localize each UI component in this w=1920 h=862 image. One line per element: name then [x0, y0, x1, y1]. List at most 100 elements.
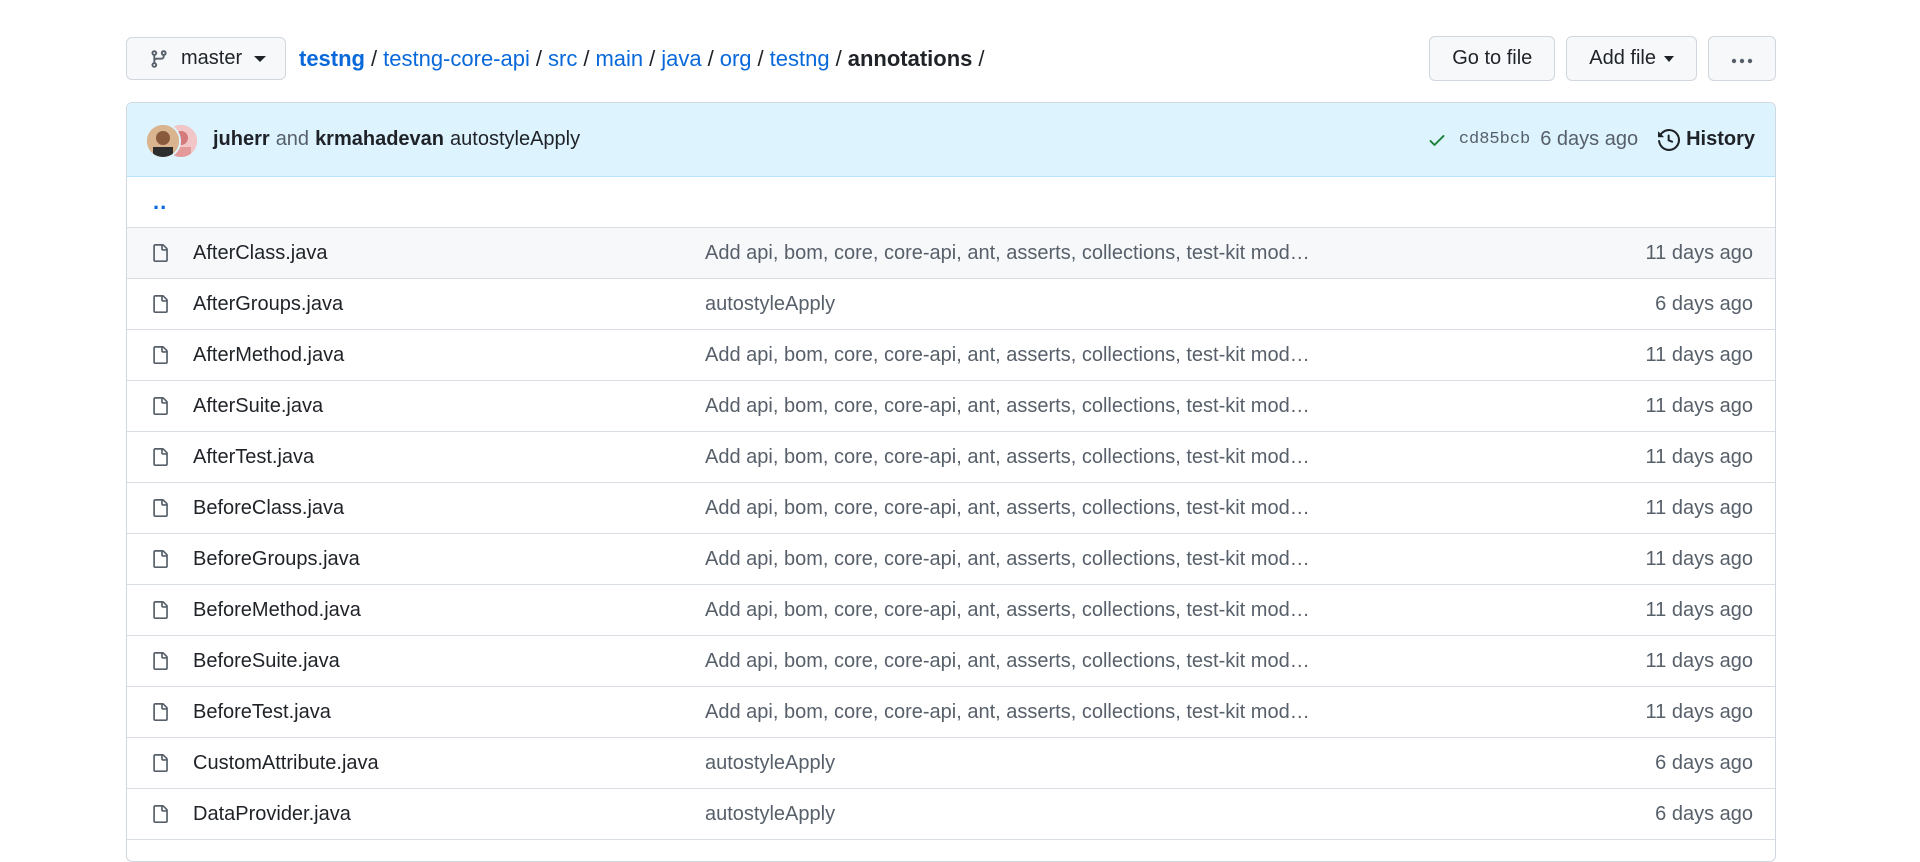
- file-commit-date: 11 days ago: [1645, 701, 1754, 723]
- breadcrumb-separator: /: [535, 45, 542, 71]
- file-commit-message-link[interactable]: autostyleApply: [705, 279, 835, 329]
- table-row[interactable]: AfterTest.java Add api, bom, core, core-a…: [127, 432, 1775, 483]
- go-to-file-button[interactable]: Go to file: [1429, 36, 1556, 81]
- table-row[interactable]: BeforeMethod.java Add api, bom, core, cor…: [127, 585, 1775, 636]
- breadcrumb-separator: /: [649, 45, 656, 71]
- file-commit-message-link[interactable]: Add api, bom, core, core-api, ant, asser…: [705, 228, 1310, 278]
- file-commit-date: 11 days ago: [1645, 446, 1754, 468]
- file-commit-message-link[interactable]: Add api, bom, core, core-api, ant, asser…: [705, 483, 1310, 533]
- file-name-link[interactable]: BeforeClass.java: [193, 483, 344, 533]
- commit-author-link[interactable]: juherr: [213, 128, 270, 151]
- table-row[interactable]: BeforeTest.java Add api, bom, core, core-…: [127, 687, 1775, 738]
- commit-coauthor-link[interactable]: krmahadevan: [315, 128, 444, 151]
- breadcrumb-link-main[interactable]: main: [595, 46, 643, 72]
- branch-name: master: [181, 47, 243, 69]
- breadcrumb-link-testng[interactable]: testng: [770, 46, 830, 72]
- commit-conjunction: and: [275, 128, 310, 150]
- latest-commit-bar: juherr and krmahadevan autostyleApply cd…: [127, 103, 1775, 177]
- breadcrumb-root-link[interactable]: testng: [299, 46, 365, 72]
- commit-message-link[interactable]: autostyleApply: [450, 128, 580, 151]
- table-row[interactable]: DataProvider.java autostyleApply 6 days ag…: [127, 789, 1775, 840]
- parent-directory-link[interactable]: ..: [153, 189, 167, 215]
- commit-time: 6 days ago: [1540, 128, 1639, 150]
- file-commit-date: 6 days ago: [1655, 293, 1753, 315]
- table-row[interactable]: AfterGroups.java autostyleApply 6 days ago: [127, 279, 1775, 330]
- file-commit-message-link[interactable]: Add api, bom, core, core-api, ant, asser…: [705, 534, 1310, 584]
- file-name-link[interactable]: CustomAttribute.java: [193, 738, 379, 788]
- file-name-link[interactable]: BeforeSuite.java: [193, 636, 340, 686]
- breadcrumb-separator: /: [707, 45, 714, 71]
- breadcrumb-separator: /: [371, 45, 378, 71]
- file-actions: Go to file Add file: [1429, 36, 1776, 81]
- file-icon: [151, 548, 169, 570]
- file-icon: [151, 752, 169, 774]
- file-name-link[interactable]: AfterSuite.java: [193, 381, 323, 431]
- file-commit-message-link[interactable]: autostyleApply: [705, 789, 835, 839]
- file-name-link[interactable]: BeforeMethod.java: [193, 585, 361, 635]
- file-commit-message-link[interactable]: autostyleApply: [705, 738, 835, 788]
- git-branch-icon: [149, 49, 169, 69]
- file-icon: [151, 650, 169, 672]
- commit-summary: juherr and krmahadevan autostyleApply: [213, 103, 580, 176]
- file-commit-date: 11 days ago: [1645, 599, 1754, 621]
- file-name-link[interactable]: AfterGroups.java: [193, 279, 343, 329]
- table-row[interactable]: BeforeGroups.java Add api, bom, core, cor…: [127, 534, 1775, 585]
- kebab-horizontal-icon: [1731, 47, 1753, 70]
- table-row[interactable]: CustomAttribute.java autostyleApply 6 days…: [127, 738, 1775, 789]
- table-row[interactable]: AfterSuite.java Add api, bom, core, core-…: [127, 381, 1775, 432]
- breadcrumb: testng / testng-core-api / src / main / …: [299, 36, 991, 81]
- file-commit-message-link[interactable]: Add api, bom, core, core-api, ant, asser…: [705, 687, 1310, 737]
- file-icon: [151, 344, 169, 366]
- file-name-link[interactable]: AfterClass.java: [193, 228, 328, 278]
- breadcrumb-current: annotations: [847, 45, 973, 71]
- file-icon: [151, 446, 169, 468]
- check-icon[interactable]: [1427, 130, 1447, 150]
- breadcrumb-separator: /: [583, 45, 590, 71]
- avatar[interactable]: [145, 123, 181, 159]
- table-row[interactable]: AfterMethod.java Add api, bom, core, core…: [127, 330, 1775, 381]
- file-icon: [151, 497, 169, 519]
- breadcrumb-link-java[interactable]: java: [661, 46, 701, 72]
- file-commit-date: 11 days ago: [1645, 497, 1754, 519]
- file-name-link[interactable]: AfterMethod.java: [193, 330, 344, 380]
- breadcrumb-link-org[interactable]: org: [720, 46, 752, 72]
- table-row[interactable]: AfterClass.java Add api, bom, core, core-…: [127, 228, 1775, 279]
- file-commit-message-link[interactable]: Add api, bom, core, core-api, ant, asser…: [705, 432, 1310, 482]
- branch-selector-button[interactable]: master: [126, 37, 286, 80]
- file-commit-message-link[interactable]: Add api, bom, core, core-api, ant, asser…: [705, 330, 1310, 380]
- history-link[interactable]: History: [1658, 128, 1755, 151]
- file-list: AfterClass.java Add api, bom, core, core-…: [127, 228, 1775, 840]
- table-row[interactable]: BeforeSuite.java Add api, bom, core, core…: [127, 636, 1775, 687]
- breadcrumb-link-src[interactable]: src: [548, 46, 577, 72]
- file-commit-date: 11 days ago: [1645, 548, 1754, 570]
- file-commit-date: 11 days ago: [1645, 242, 1754, 264]
- file-commit-message-link[interactable]: Add api, bom, core, core-api, ant, asser…: [705, 381, 1310, 431]
- file-name-link[interactable]: AfterTest.java: [193, 432, 314, 482]
- chevron-down-icon: [1664, 55, 1674, 62]
- repo-toolbar: master testng / testng-core-api / src / …: [126, 36, 1776, 81]
- file-name-link[interactable]: DataProvider.java: [193, 789, 351, 839]
- file-commit-date: 6 days ago: [1655, 752, 1753, 774]
- file-commit-date: 11 days ago: [1645, 344, 1754, 366]
- chevron-down-icon: [254, 55, 267, 62]
- file-icon: [151, 293, 169, 315]
- file-commit-date: 11 days ago: [1645, 650, 1754, 672]
- breadcrumb-link-testng-core-api[interactable]: testng-core-api: [383, 46, 530, 72]
- more-options-button[interactable]: [1708, 36, 1776, 81]
- file-commit-message-link[interactable]: Add api, bom, core, core-api, ant, asser…: [705, 636, 1310, 686]
- breadcrumb-separator: /: [978, 45, 985, 71]
- commit-sha-link[interactable]: cd85bcb: [1459, 130, 1530, 149]
- file-name-link[interactable]: BeforeTest.java: [193, 687, 331, 737]
- file-name-link[interactable]: BeforeGroups.java: [193, 534, 360, 584]
- table-row[interactable]: BeforeClass.java Add api, bom, core, core…: [127, 483, 1775, 534]
- file-icon: [151, 395, 169, 417]
- breadcrumb-separator: /: [757, 45, 764, 71]
- history-icon: [1658, 128, 1681, 151]
- add-file-button[interactable]: Add file: [1566, 36, 1697, 81]
- file-commit-date: 6 days ago: [1655, 803, 1753, 825]
- commit-avatars: [145, 123, 199, 159]
- file-commit-message-link[interactable]: Add api, bom, core, core-api, ant, asser…: [705, 585, 1310, 635]
- commit-meta: cd85bcb 6 days ago History: [1427, 103, 1755, 176]
- parent-directory-row[interactable]: ..: [127, 177, 1775, 228]
- file-browser: juherr and krmahadevan autostyleApply cd…: [126, 102, 1776, 862]
